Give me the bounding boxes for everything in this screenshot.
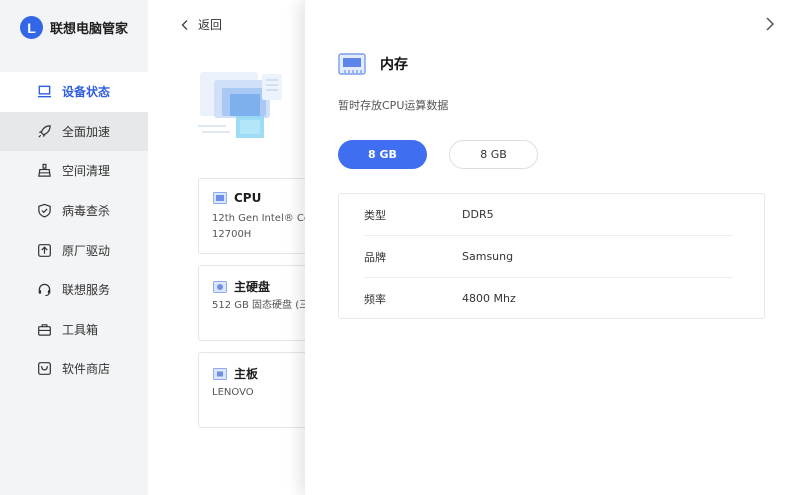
sidebar-item-label: 空间清理 (62, 164, 111, 179)
motherboard-card-desc: LENOVO (212, 387, 254, 398)
sidebar: L 联想电脑管家 设备状态 全面加速 空间清理 病毒查杀 原厂驱动 联想服务 工… (0, 0, 148, 495)
motherboard-card-title: 主板 (213, 365, 258, 382)
panel-title: 内存 (338, 52, 408, 76)
memory-slot-tabs: 8 GB 8 GB (338, 140, 538, 169)
broom-icon (36, 163, 52, 179)
cpu-icon (213, 192, 227, 204)
spec-key: 频率 (364, 292, 386, 306)
sidebar-item-label: 设备状态 (62, 85, 111, 100)
chevron-left-icon (181, 19, 188, 30)
sidebar-item-label: 软件商店 (62, 362, 111, 377)
sidebar-item-toolbox[interactable]: 工具箱 (0, 310, 148, 350)
spec-row: 类型 DDR5 (339, 194, 764, 235)
spec-key: 品牌 (364, 250, 386, 264)
sidebar-item-drivers[interactable]: 原厂驱动 (0, 230, 148, 270)
rocket-icon (36, 123, 52, 139)
app-title: 联想电脑管家 (50, 22, 129, 37)
sidebar-item-service[interactable]: 联想服务 (0, 270, 148, 310)
sidebar-item-device-status[interactable]: 设备状态 (0, 72, 148, 112)
sidebar-item-label: 工具箱 (62, 322, 99, 337)
disk-card-title: 主硬盘 (213, 278, 270, 295)
sidebar-item-speedup[interactable]: 全面加速 (0, 111, 148, 152)
back-button[interactable]: 返回 (180, 16, 222, 33)
memory-slot-2[interactable]: 8 GB (449, 140, 538, 169)
device-illustration (198, 72, 282, 138)
spec-key: 类型 (364, 208, 386, 222)
sidebar-item-label: 联想服务 (62, 283, 111, 298)
laptop-icon (36, 84, 52, 100)
memory-detail-panel: 内存 暂时存放CPU运算数据 8 GB 8 GB 类型 DDR5 品牌 Sams… (305, 0, 798, 495)
sidebar-item-cleanup[interactable]: 空间清理 (0, 151, 148, 191)
chevron-right-icon[interactable] (764, 16, 776, 32)
sidebar-item-label: 病毒查杀 (62, 204, 111, 219)
back-label: 返回 (198, 18, 223, 32)
spec-value: 4800 Mhz (462, 292, 516, 305)
sidebar-item-antivirus[interactable]: 病毒查杀 (0, 191, 148, 231)
disk-card-desc: 512 GB 固态硬盘 (三星) (212, 300, 312, 311)
store-icon (36, 361, 52, 377)
cpu-card[interactable]: CPU 12th Gen Intel® Core i7-12700H 12700… (198, 178, 318, 254)
sidebar-item-label: 全面加速 (62, 124, 111, 139)
disk-icon (213, 280, 227, 293)
spec-value: Samsung (462, 250, 514, 263)
cpu-card-desc: 12th Gen Intel® Core i7-12700H 12700H (212, 213, 312, 240)
brand: L 联想电脑管家 (20, 16, 128, 39)
headset-icon (36, 282, 52, 298)
sidebar-item-store[interactable]: 软件商店 (0, 349, 148, 389)
disk-card[interactable]: 主硬盘 512 GB 固态硬盘 (三星) (198, 265, 318, 341)
upload-icon (36, 242, 52, 258)
spec-row: 频率 4800 Mhz (339, 278, 764, 319)
panel-subtitle: 暂时存放CPU运算数据 (338, 99, 449, 112)
motherboard-card[interactable]: 主板 LENOVO (198, 352, 318, 428)
motherboard-icon (213, 367, 227, 380)
lenovo-logo: L (20, 16, 43, 39)
spec-row: 品牌 Samsung (339, 236, 764, 277)
memory-icon (338, 53, 366, 75)
memory-slot-1[interactable]: 8 GB (338, 140, 427, 169)
sidebar-nav: 设备状态 全面加速 空间清理 病毒查杀 原厂驱动 联想服务 工具箱 软件商店 (0, 72, 148, 389)
memory-spec-table: 类型 DDR5 品牌 Samsung 频率 4800 Mhz (338, 193, 765, 319)
shield-icon (36, 203, 52, 219)
sidebar-item-label: 原厂驱动 (62, 243, 111, 258)
spec-value: DDR5 (462, 208, 494, 221)
toolbox-icon (36, 321, 52, 337)
cpu-card-title: CPU (213, 191, 261, 205)
